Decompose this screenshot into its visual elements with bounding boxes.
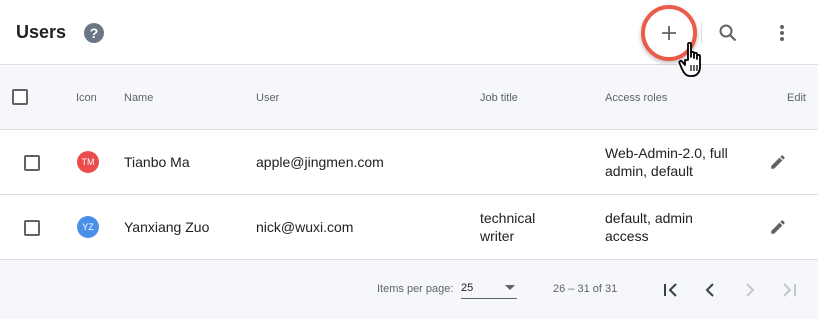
- page-title: Users: [16, 22, 67, 42]
- pencil-icon[interactable]: [769, 153, 787, 171]
- first-page-icon[interactable]: [659, 278, 683, 302]
- avatar: YZ: [77, 216, 99, 238]
- chevron-left-icon[interactable]: [698, 278, 722, 302]
- column-header-job-title[interactable]: Job title: [480, 92, 518, 104]
- last-page-icon[interactable]: [777, 278, 801, 302]
- column-header-icon: Icon: [76, 92, 97, 104]
- help-circle-icon[interactable]: ?: [84, 23, 104, 43]
- range-label: 26 – 31 of 31: [553, 283, 618, 295]
- hand-pointer-icon: [678, 41, 701, 77]
- paginator: Items per page: 25 26 – 31 of 31: [0, 260, 818, 319]
- chevron-right-icon[interactable]: [738, 278, 762, 302]
- job-title: technical writer: [480, 209, 535, 245]
- column-header-edit: Edit: [787, 92, 806, 104]
- job-title-line: writer: [480, 228, 515, 244]
- column-header-name[interactable]: Name: [124, 92, 153, 104]
- access-roles: default, admin access: [605, 209, 693, 245]
- user-email: apple@jingmen.com: [256, 154, 384, 170]
- access-roles: Web-Admin-2.0, full admin, default: [605, 144, 728, 180]
- dropdown-arrow-icon: [505, 285, 515, 290]
- column-header-user[interactable]: User: [256, 92, 279, 104]
- user-email: nick@wuxi.com: [256, 219, 354, 235]
- avatar: TM: [77, 151, 99, 173]
- search-icon[interactable]: [716, 21, 740, 45]
- user-name: Tianbo Ma: [124, 154, 190, 170]
- access-roles-line: Web-Admin-2.0, full: [605, 145, 728, 161]
- table-row[interactable]: TM Tianbo Ma apple@jingmen.com Web-Admin…: [0, 130, 818, 195]
- column-header-access-roles[interactable]: Access roles: [605, 92, 667, 104]
- access-roles-line: default, admin: [605, 210, 693, 226]
- items-per-page-label: Items per page:: [377, 283, 454, 295]
- select-all-checkbox[interactable]: [12, 89, 28, 105]
- items-per-page-value: 25: [461, 282, 474, 294]
- access-roles-line: admin, default: [605, 163, 693, 179]
- job-title-line: technical: [480, 210, 536, 226]
- row-checkbox[interactable]: [24, 155, 40, 171]
- pencil-icon[interactable]: [769, 218, 787, 236]
- items-per-page-select[interactable]: 25: [461, 279, 517, 299]
- access-roles-line: access: [605, 228, 649, 244]
- table-row[interactable]: YZ Yanxiang Zuo nick@wuxi.com technical …: [0, 195, 818, 260]
- more-vert-icon[interactable]: [770, 21, 794, 45]
- row-checkbox[interactable]: [24, 220, 40, 236]
- user-name: Yanxiang Zuo: [124, 219, 210, 235]
